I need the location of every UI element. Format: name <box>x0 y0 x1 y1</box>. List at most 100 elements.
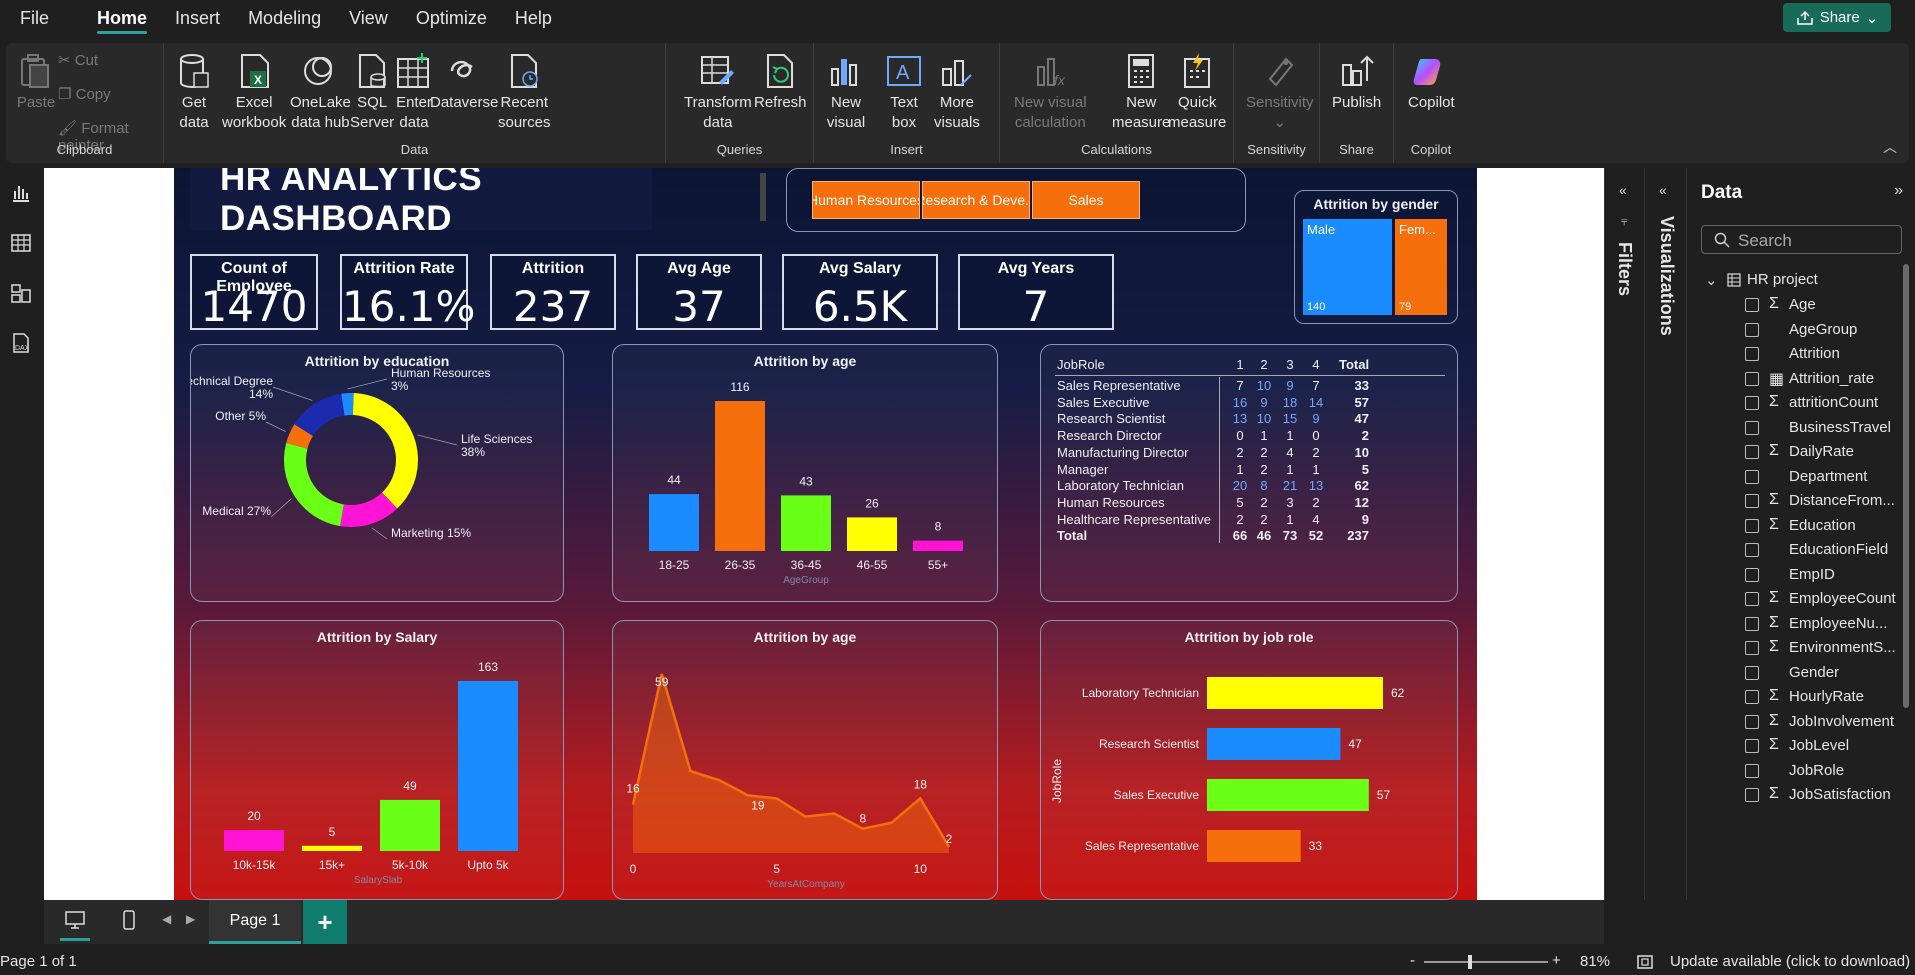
field-checkbox[interactable] <box>1745 420 1759 435</box>
field-item[interactable]: Σ DistanceFrom... <box>1687 489 1897 515</box>
fit-to-page-icon[interactable] <box>1636 954 1654 970</box>
jobrole-bar[interactable] <box>1207 779 1369 811</box>
transform-data-button[interactable]: Transform data <box>684 51 752 133</box>
menu-tab-modeling[interactable]: Modeling <box>234 0 335 36</box>
field-checkbox[interactable] <box>1745 788 1759 802</box>
field-checkbox[interactable] <box>1745 518 1759 533</box>
field-checkbox[interactable] <box>1745 298 1759 312</box>
field-checkbox[interactable] <box>1745 592 1759 606</box>
field-checkbox[interactable] <box>1745 739 1759 753</box>
age-bar[interactable] <box>913 540 963 551</box>
field-checkbox[interactable] <box>1745 616 1759 631</box>
recent-sources-button[interactable]: Recent sources <box>498 51 551 133</box>
add-page-button[interactable]: + <box>303 900 347 944</box>
slicer-option-research[interactable]: Research & Deve... <box>922 181 1030 219</box>
new-visual-button[interactable]: New visual <box>826 51 866 133</box>
field-checkbox[interactable] <box>1745 396 1759 410</box>
field-checkbox[interactable] <box>1745 665 1759 680</box>
field-checkbox[interactable] <box>1745 714 1759 729</box>
field-checkbox[interactable] <box>1745 763 1759 778</box>
publish-button[interactable]: Publish <box>1332 51 1381 113</box>
copilot-button[interactable]: Copilot <box>1408 51 1455 113</box>
cut-button[interactable]: ✂ Cut <box>58 51 98 69</box>
filters-pane[interactable]: « ⫧ Filters <box>1604 168 1644 900</box>
share-button[interactable]: Share ⌄ <box>1783 3 1891 32</box>
salary-bar[interactable] <box>224 830 284 851</box>
paste-button[interactable]: Paste <box>16 51 56 113</box>
quick-measure-button[interactable]: Quick measure <box>1168 51 1226 133</box>
field-item[interactable]: Σ JobSatisfaction <box>1687 783 1897 809</box>
gender-male-tile[interactable]: Male 140 <box>1303 219 1392 315</box>
model-tree-root[interactable]: ⌄ HR project <box>1687 268 1897 294</box>
field-item[interactable]: Department <box>1687 465 1897 491</box>
copy-button[interactable]: ❐ Copy <box>58 85 111 103</box>
expand-icon[interactable]: » <box>1894 182 1903 200</box>
zoom-in-button[interactable]: + <box>1552 952 1561 969</box>
field-checkbox[interactable] <box>1745 469 1759 484</box>
field-checkbox[interactable] <box>1745 371 1759 386</box>
field-item[interactable]: Σ HourlyRate <box>1687 685 1897 711</box>
donut-slice[interactable] <box>284 443 344 527</box>
data-pane-scrollbar[interactable] <box>1903 264 1909 708</box>
data-search-input[interactable]: Search <box>1701 225 1902 254</box>
jobrole-bar[interactable] <box>1207 728 1341 760</box>
salary-bar[interactable] <box>458 681 518 851</box>
field-checkbox[interactable] <box>1745 567 1759 582</box>
excel-workbook-button[interactable]: X Excel workbook <box>222 51 286 133</box>
visualizations-pane[interactable]: « Visualizations <box>1644 168 1686 900</box>
field-item[interactable]: Σ EnvironmentS... <box>1687 636 1897 662</box>
field-checkbox[interactable] <box>1745 445 1759 459</box>
salary-bar[interactable] <box>380 799 440 851</box>
sql-server-button[interactable]: SQL Server <box>350 51 394 133</box>
field-item[interactable]: Σ DailyRate <box>1687 440 1897 466</box>
enter-data-button[interactable]: Enter data <box>394 51 434 133</box>
field-item[interactable]: Gender <box>1687 661 1897 687</box>
update-available-link[interactable]: Update available (click to download) <box>1670 953 1910 970</box>
matrix-row[interactable]: Total 66 46 73 52 237 <box>1055 528 1445 548</box>
jobrole-bar[interactable] <box>1207 677 1383 709</box>
age-bar[interactable] <box>781 495 831 551</box>
more-visuals-button[interactable]: More visuals <box>934 51 980 133</box>
field-item[interactable]: ΣattritionCount <box>1687 391 1897 417</box>
field-item[interactable]: Σ Education <box>1687 514 1897 540</box>
field-item[interactable]: EducationField <box>1687 538 1897 564</box>
field-checkbox[interactable] <box>1745 543 1759 557</box>
field-item[interactable]: Σ EmployeeNu... <box>1687 612 1897 638</box>
zoom-slider-thumb[interactable] <box>1468 955 1472 969</box>
field-item[interactable]: Attrition <box>1687 342 1897 368</box>
table-view-icon[interactable] <box>10 232 32 254</box>
field-checkbox[interactable] <box>1745 494 1759 508</box>
slicer-option-human-resources[interactable]: Human Resources <box>812 181 920 219</box>
sensitivity-button[interactable]: Sensitivity ⌄ <box>1246 51 1314 133</box>
field-item[interactable]: EmpID <box>1687 563 1897 589</box>
jobrole-bar[interactable] <box>1207 830 1301 862</box>
age-bar[interactable] <box>649 494 699 551</box>
next-page-icon[interactable]: ▶ <box>186 912 195 926</box>
new-visual-calculation-button[interactable]: fx New visual calculation <box>1014 51 1087 133</box>
dax-query-view-icon[interactable]: DAX <box>10 332 32 354</box>
age-bar[interactable] <box>847 517 897 551</box>
age-bar[interactable] <box>715 401 765 551</box>
field-item[interactable]: AgeGroup <box>1687 318 1897 344</box>
field-checkbox[interactable] <box>1745 690 1759 704</box>
field-item[interactable]: Σ JobLevel <box>1687 734 1897 760</box>
zoom-slider[interactable] <box>1424 955 1548 969</box>
collapse-icon[interactable]: « <box>1619 182 1627 198</box>
text-box-button[interactable]: A Text box <box>884 51 924 133</box>
refresh-button[interactable]: Refresh <box>754 51 807 113</box>
field-item[interactable]: BusinessTravel <box>1687 416 1897 442</box>
field-item[interactable]: ▦ Attrition_rate <box>1687 367 1897 393</box>
mobile-layout-icon[interactable] <box>122 910 136 930</box>
menu-tab-optimize[interactable]: Optimize <box>402 0 501 36</box>
get-data-button[interactable]: Get data <box>174 51 214 133</box>
model-view-icon[interactable] <box>10 282 32 304</box>
field-item[interactable]: Σ EmployeeCount <box>1687 587 1897 613</box>
collapse-icon[interactable]: « <box>1659 182 1667 198</box>
salary-bar[interactable] <box>302 845 362 851</box>
field-item[interactable]: Σ JobInvolvement <box>1687 710 1897 736</box>
menu-tab-view[interactable]: View <box>335 0 402 36</box>
collapse-ribbon-icon[interactable]: ︿ <box>1883 137 1897 157</box>
page-tab-1[interactable]: Page 1 <box>209 900 301 944</box>
donut-slice[interactable] <box>352 393 418 509</box>
matrix-header-row[interactable]: JobRole 1 2 3 4 Total <box>1055 357 1445 377</box>
